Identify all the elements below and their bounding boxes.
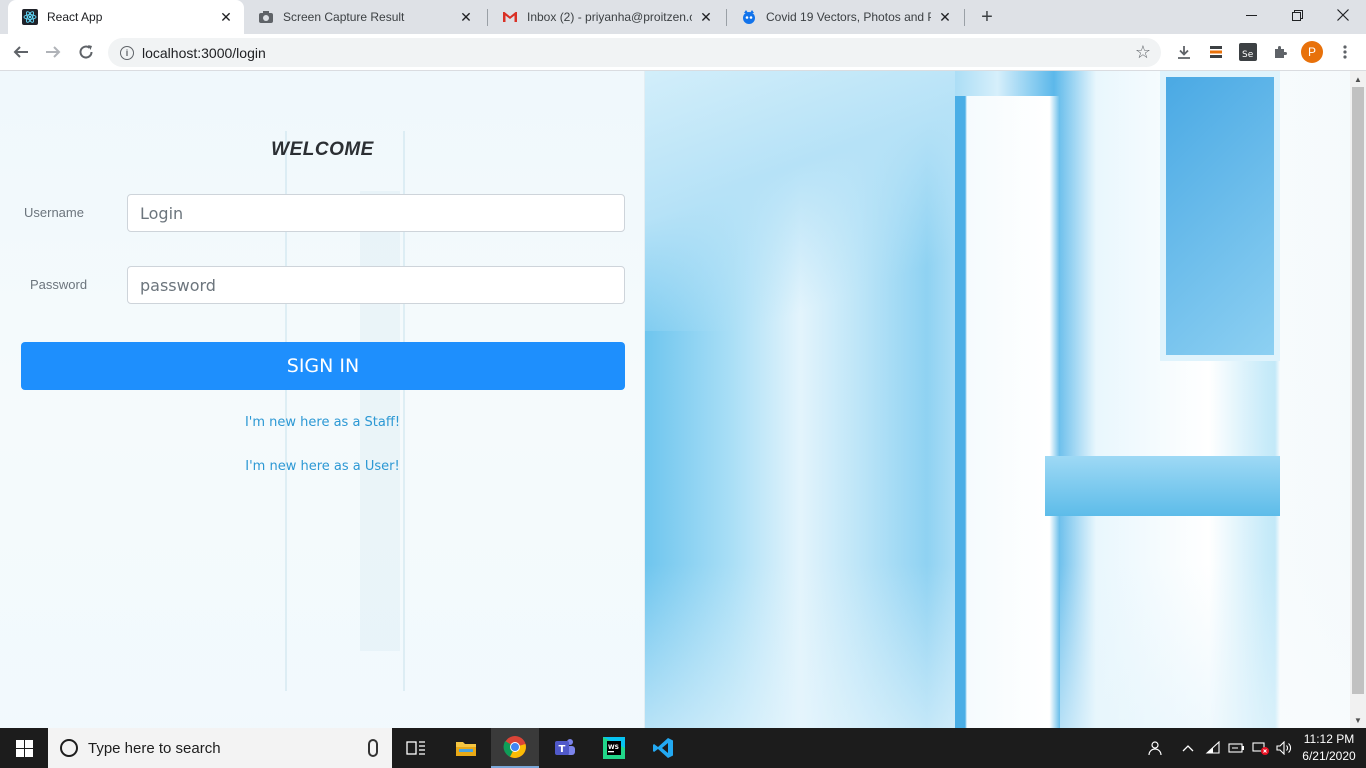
camera-icon — [258, 9, 274, 25]
freepik-icon — [741, 9, 757, 25]
reload-icon — [79, 45, 93, 59]
tab-separator — [964, 9, 965, 26]
svg-text:T: T — [559, 744, 566, 755]
cortana-icon — [60, 739, 78, 757]
address-bar[interactable]: i localhost:3000/login ☆ — [108, 38, 1161, 67]
background-window — [1160, 71, 1280, 361]
reload-button[interactable] — [73, 39, 99, 65]
wifi-icon[interactable] — [1202, 728, 1224, 768]
gmail-icon — [502, 9, 518, 25]
close-icon[interactable]: ✕ — [218, 9, 234, 25]
browser-tab-strip: React App ✕ Screen Capture Result ✕ Inbo… — [0, 0, 1366, 34]
chevron-up-icon[interactable] — [1178, 728, 1198, 768]
close-icon[interactable]: ✕ — [937, 9, 953, 25]
background-ceiling — [645, 71, 955, 331]
taskbar-search-box[interactable]: Type here to search — [48, 728, 392, 768]
volume-icon[interactable] — [1274, 728, 1296, 768]
tab-react-app[interactable]: React App ✕ — [8, 0, 244, 34]
download-icon[interactable] — [1173, 41, 1195, 63]
svg-text:Se: Se — [1242, 50, 1254, 60]
teams-icon[interactable]: T — [541, 728, 589, 768]
new-tab-button[interactable]: + — [975, 5, 999, 29]
close-window-button[interactable] — [1320, 0, 1366, 30]
url-text: localhost:3000/login — [142, 44, 266, 61]
microphone-icon[interactable] — [368, 739, 378, 757]
tab-title: React App — [47, 10, 103, 24]
chrome-icon[interactable] — [491, 728, 539, 768]
back-button[interactable] — [8, 39, 34, 65]
scroll-down-arrow-icon[interactable]: ▼ — [1350, 712, 1366, 728]
page-title: WELCOME — [271, 139, 374, 160]
close-icon[interactable]: ✕ — [698, 9, 714, 25]
tab-covid-vectors[interactable]: Covid 19 Vectors, Photos and PSD ✕ — [727, 0, 963, 34]
tab-title: Screen Capture Result — [283, 10, 405, 24]
windows-taskbar: Type here to search T WS 11:12 PM 6/21/2… — [0, 728, 1366, 768]
clock-date: 6/21/2020 — [1302, 749, 1356, 763]
background-door — [955, 96, 1060, 728]
sign-in-button[interactable]: SIGN IN — [21, 342, 625, 390]
battery-icon[interactable] — [1226, 728, 1248, 768]
extension-stack-icon[interactable] — [1205, 41, 1227, 63]
password-label: Password — [30, 277, 88, 292]
info-icon[interactable]: i — [120, 45, 134, 60]
webstorm-icon[interactable]: WS — [590, 728, 638, 768]
start-button[interactable] — [0, 728, 48, 768]
file-explorer-icon[interactable] — [442, 728, 490, 768]
back-arrow-icon — [13, 46, 28, 58]
network-error-icon[interactable] — [1250, 728, 1272, 768]
username-label: Username — [24, 205, 84, 220]
react-icon — [22, 9, 38, 25]
extensions-puzzle-icon[interactable] — [1269, 41, 1291, 63]
staff-signup-link[interactable]: I'm new here as a Staff! — [0, 415, 645, 430]
clock-time: 11:12 PM — [1303, 732, 1355, 746]
tab-title: Covid 19 Vectors, Photos and PSD — [766, 10, 931, 24]
restore-button[interactable] — [1274, 0, 1320, 30]
windows-logo-icon — [15, 739, 33, 757]
menu-kebab-icon[interactable] — [1334, 41, 1356, 63]
browser-toolbar: i localhost:3000/login ☆ Se — [0, 34, 1366, 71]
tab-screen-capture[interactable]: Screen Capture Result ✕ — [244, 0, 484, 34]
username-input[interactable] — [127, 194, 625, 232]
scrollbar-thumb[interactable] — [1352, 87, 1364, 694]
tab-inbox[interactable]: Inbox (2) - priyanha@proitzen.co ✕ — [488, 0, 724, 34]
people-icon[interactable] — [1142, 728, 1166, 768]
svg-text:WS: WS — [608, 744, 619, 751]
close-icon[interactable]: ✕ — [458, 9, 474, 25]
profile-avatar[interactable]: P — [1301, 41, 1323, 63]
login-panel: WELCOME Username Password SIGN IN I'm ne… — [0, 71, 645, 728]
bookmark-star-icon[interactable]: ☆ — [1135, 42, 1151, 63]
taskbar-search-placeholder: Type here to search — [88, 739, 221, 757]
vscode-icon[interactable] — [639, 728, 687, 768]
scroll-up-arrow-icon[interactable]: ▲ — [1350, 71, 1366, 87]
selenium-extension-icon[interactable]: Se — [1237, 41, 1259, 63]
page-scrollbar[interactable]: ▲ ▼ — [1350, 71, 1366, 728]
password-input[interactable] — [127, 266, 625, 304]
forward-button[interactable] — [40, 39, 66, 65]
background-handrail — [1045, 456, 1280, 516]
forward-arrow-icon — [46, 46, 61, 58]
taskbar-clock[interactable]: 11:12 PM 6/21/2020 — [1296, 731, 1362, 765]
user-signup-link[interactable]: I'm new here as a User! — [0, 459, 645, 474]
task-view-icon[interactable] — [392, 728, 440, 768]
minimize-button[interactable] — [1228, 0, 1274, 30]
tab-title: Inbox (2) - priyanha@proitzen.co — [527, 10, 692, 24]
page-viewport: WELCOME Username Password SIGN IN I'm ne… — [0, 71, 1350, 728]
